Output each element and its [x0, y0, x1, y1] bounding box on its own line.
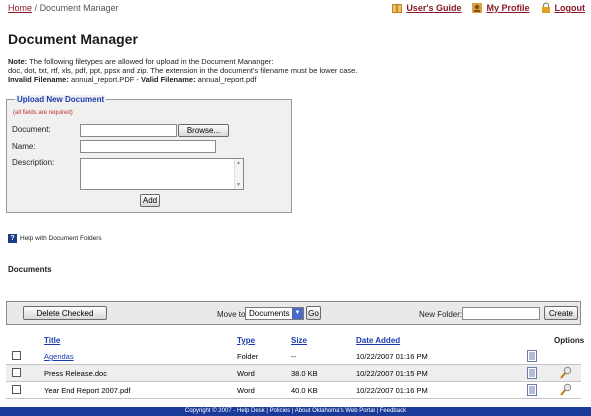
row-title: Press Release.doc	[44, 369, 107, 378]
row-size: --	[291, 352, 296, 361]
move-to-select[interactable]: Documents ▼	[245, 307, 304, 320]
document-info-icon[interactable]	[527, 367, 537, 379]
new-folder-input[interactable]	[462, 307, 540, 320]
users-guide-link[interactable]: User's Guide	[406, 3, 461, 13]
description-label: Description:	[12, 158, 55, 167]
upload-legend: Upload New Document	[15, 95, 107, 104]
upload-form: Upload New Document (all fields are requ…	[6, 95, 292, 213]
table-header: Title Type Size Date Added Options	[6, 334, 585, 348]
book-icon	[392, 4, 403, 13]
note-label: Note:	[8, 57, 28, 66]
help-icon[interactable]: ?	[8, 234, 17, 243]
options-header: Options	[554, 336, 585, 345]
note-line2: doc, dot, txt, rtf, xls, pdf, ppt, ppsx …	[8, 66, 358, 75]
row-type: Word	[237, 386, 255, 395]
users-guide-link-group[interactable]: User's Guide	[391, 2, 461, 14]
scroll-up-icon[interactable]: ▲	[236, 160, 241, 166]
my-profile-link[interactable]: My Profile	[486, 3, 529, 13]
row-date: 10/22/2007 01:15 PM	[356, 369, 428, 378]
sort-date-link[interactable]: Date Added	[356, 336, 400, 345]
delete-checked-button[interactable]: Delete Checked	[23, 306, 107, 320]
documents-toolbar: Delete Checked Move to: Documents ▼ Go N…	[6, 301, 581, 325]
name-input[interactable]	[80, 140, 216, 153]
lock-icon	[541, 2, 550, 13]
invalid-value: annual_report.PDF -	[68, 75, 141, 84]
magnifier-icon[interactable]	[560, 366, 572, 379]
breadcrumb: Home / Document Manager	[8, 3, 119, 13]
required-note: (all fields are required)	[13, 110, 73, 116]
logout-link[interactable]: Logout	[555, 3, 586, 13]
help-text[interactable]: Help with Document Folders	[20, 235, 102, 242]
valid-label: Valid Filename:	[140, 75, 196, 84]
breadcrumb-home-link[interactable]: Home	[8, 3, 32, 13]
go-button[interactable]: Go	[306, 306, 321, 320]
table-row: Press Release.doc Word 38.0 KB 10/22/200…	[6, 365, 581, 382]
document-info-icon[interactable]	[527, 350, 537, 362]
note-line1: The following filetypes are allowed for …	[27, 57, 274, 66]
description-textarea[interactable]: ▲ ▼	[80, 158, 244, 190]
chevron-down-icon[interactable]: ▼	[292, 308, 303, 319]
help-folders[interactable]: ? Help with Document Folders	[8, 234, 102, 243]
new-folder-label: New Folder:	[419, 310, 463, 319]
documents-heading: Documents	[8, 265, 52, 274]
add-button[interactable]: Add	[140, 194, 160, 207]
valid-value: annual_report.pdf	[195, 75, 257, 84]
documents-table: Title Type Size Date Added Options Agend…	[6, 334, 585, 399]
row-checkbox[interactable]	[12, 385, 21, 394]
my-profile-link-group[interactable]: My Profile	[471, 2, 530, 14]
sort-title-link[interactable]: Title	[44, 336, 60, 345]
row-size: 40.0 KB	[291, 386, 318, 395]
footer: Copyright © 2007 - Help Desk | Policies …	[0, 407, 591, 416]
move-to-label: Move to:	[217, 310, 248, 319]
row-type: Folder	[237, 352, 259, 361]
invalid-label: Invalid Filename:	[8, 75, 69, 84]
textarea-scrollbar[interactable]: ▲ ▼	[234, 159, 243, 189]
document-label: Document:	[12, 125, 51, 134]
row-title: Year End Report 2007.pdf	[44, 386, 131, 395]
top-links: User's Guide My Profile Logout	[391, 2, 585, 14]
browse-button[interactable]: Browse...	[178, 124, 229, 137]
name-label: Name:	[12, 142, 36, 151]
row-checkbox[interactable]	[12, 368, 21, 377]
document-info-icon[interactable]	[527, 384, 537, 396]
row-title-link[interactable]: Agendas	[44, 352, 74, 361]
table-row: Agendas Folder -- 10/22/2007 01:16 PM	[6, 348, 581, 365]
page-title: Document Manager	[8, 31, 138, 47]
row-date: 10/22/2007 01:16 PM	[356, 352, 428, 361]
logout-link-group[interactable]: Logout	[540, 2, 586, 14]
sort-type-link[interactable]: Type	[237, 336, 255, 345]
breadcrumb-current: Document Manager	[39, 3, 119, 13]
sort-size-link[interactable]: Size	[291, 336, 307, 345]
document-file-input[interactable]	[80, 124, 177, 137]
row-date: 10/22/2007 01:16 PM	[356, 386, 428, 395]
breadcrumb-separator: /	[34, 3, 38, 13]
table-row: Year End Report 2007.pdf Word 40.0 KB 10…	[6, 382, 581, 399]
row-size: 38.0 KB	[291, 369, 318, 378]
row-type: Word	[237, 369, 255, 378]
upload-note: Note: The following filetypes are allowe…	[8, 57, 568, 84]
scroll-down-icon[interactable]: ▼	[236, 182, 241, 188]
create-button[interactable]: Create	[544, 306, 578, 320]
row-checkbox[interactable]	[12, 351, 21, 360]
profile-icon	[472, 3, 483, 13]
move-to-value: Documents	[249, 309, 290, 318]
magnifier-icon[interactable]	[560, 383, 572, 396]
